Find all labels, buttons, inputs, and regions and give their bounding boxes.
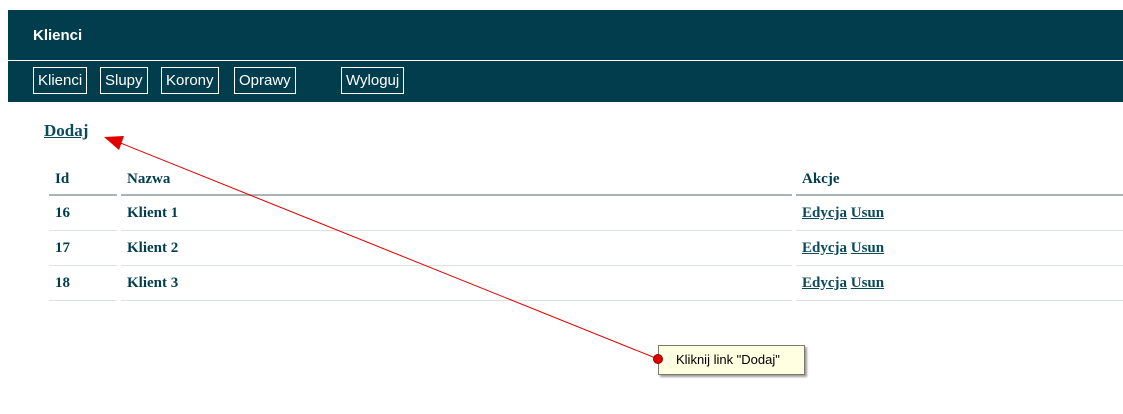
delete-link[interactable]: Usun	[851, 205, 884, 221]
nav-item-oprawy[interactable]: Oprawy	[234, 67, 296, 94]
logout-button[interactable]: Wyloguj	[341, 67, 405, 94]
table-row: 18 Klient 3 Edycja Usun	[49, 266, 1123, 301]
app-header: Klienci	[8, 10, 1123, 60]
cell-actions: Edycja Usun	[796, 196, 1123, 231]
tooltip-text: Kliknij link "Dodaj"	[676, 352, 780, 367]
nav-bar: Klienci Slupy Korony Oprawy Wyloguj	[8, 61, 1123, 102]
cell-name: Klient 2	[121, 231, 792, 266]
arrow-head	[104, 136, 124, 150]
cell-id: 17	[49, 231, 117, 266]
add-link[interactable]: Dodaj	[44, 121, 88, 141]
table-row: 16 Klient 1 Edycja Usun	[49, 196, 1123, 231]
edit-link[interactable]: Edycja	[802, 205, 847, 221]
clients-table: Id Nazwa Akcje 16 Klient 1 Edycja Usun 1…	[45, 164, 1123, 301]
column-header-id: Id	[49, 164, 117, 196]
cell-name: Klient 1	[121, 196, 792, 231]
edit-link[interactable]: Edycja	[802, 240, 847, 256]
nav-item-klienci[interactable]: Klienci	[33, 67, 88, 94]
table-row: 17 Klient 2 Edycja Usun	[49, 231, 1123, 266]
delete-link[interactable]: Usun	[851, 240, 884, 256]
column-header-actions: Akcje	[796, 164, 1123, 196]
cell-actions: Edycja Usun	[796, 231, 1123, 266]
nav-item-korony[interactable]: Korony	[161, 67, 219, 94]
edit-link[interactable]: Edycja	[802, 275, 847, 291]
nav-item-slupy[interactable]: Slupy	[100, 67, 148, 94]
instruction-tooltip: Kliknij link "Dodaj"	[658, 345, 805, 375]
cell-id: 16	[49, 196, 117, 231]
cell-id: 18	[49, 266, 117, 301]
cell-name: Klient 3	[121, 266, 792, 301]
column-header-name: Nazwa	[121, 164, 792, 196]
table-header-row: Id Nazwa Akcje	[49, 164, 1123, 196]
cell-actions: Edycja Usun	[796, 266, 1123, 301]
page-title: Klienci	[33, 27, 83, 44]
delete-link[interactable]: Usun	[851, 275, 884, 291]
